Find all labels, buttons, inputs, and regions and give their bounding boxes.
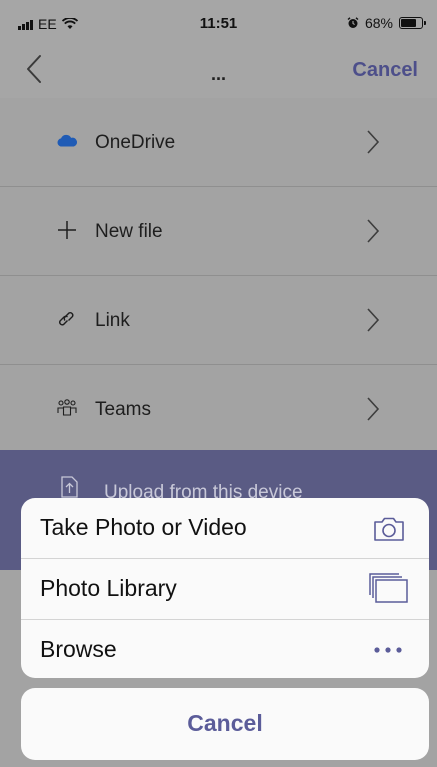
status-right: 68% — [347, 15, 426, 31]
status-bar: EE 11:51 68% — [0, 0, 437, 44]
onedrive-cloud-icon — [56, 130, 78, 152]
cancel-label: Cancel — [187, 710, 263, 736]
photo-library-option[interactable]: Photo Library — [21, 559, 429, 620]
option-label: Browse — [40, 636, 117, 662]
list-item-label: Teams — [95, 399, 151, 420]
alarm-icon — [347, 17, 359, 28]
list-item-label: Link — [95, 310, 130, 331]
chevron-right-icon — [367, 308, 380, 332]
camera-icon — [374, 517, 404, 541]
navigation-bar: ... Cancel — [0, 44, 437, 98]
take-photo-or-video-option[interactable]: Take Photo or Video — [21, 498, 429, 559]
list-item-label: OneDrive — [95, 132, 176, 153]
link-icon — [56, 308, 78, 330]
option-label: Photo Library — [40, 575, 177, 601]
action-sheet: Take Photo or Video Photo Library Browse — [21, 498, 429, 678]
list-item-new-file[interactable]: New file — [0, 187, 437, 276]
action-sheet-cancel-button[interactable]: Cancel — [21, 688, 429, 760]
chevron-right-icon — [367, 130, 380, 154]
list-item-teams[interactable]: Teams — [0, 365, 437, 454]
battery-fill — [401, 19, 416, 27]
battery-percent: 68% — [364, 15, 393, 31]
photo-library-icon — [369, 573, 408, 603]
browse-option[interactable]: Browse — [21, 620, 429, 678]
upload-icon — [61, 476, 78, 498]
chevron-right-icon — [367, 397, 380, 421]
list-item-onedrive[interactable]: OneDrive — [0, 98, 437, 187]
battery-icon — [399, 17, 426, 29]
option-label: Take Photo or Video — [40, 514, 247, 540]
chevron-right-icon — [367, 219, 380, 243]
teams-icon — [56, 397, 78, 419]
attach-options-list: OneDrive New file Link Teams — [0, 98, 437, 454]
plus-icon — [56, 219, 78, 241]
list-item-link[interactable]: Link — [0, 276, 437, 365]
nav-cancel-button[interactable]: Cancel — [352, 59, 418, 82]
more-icon — [374, 647, 402, 653]
list-item-label: New file — [95, 221, 163, 242]
